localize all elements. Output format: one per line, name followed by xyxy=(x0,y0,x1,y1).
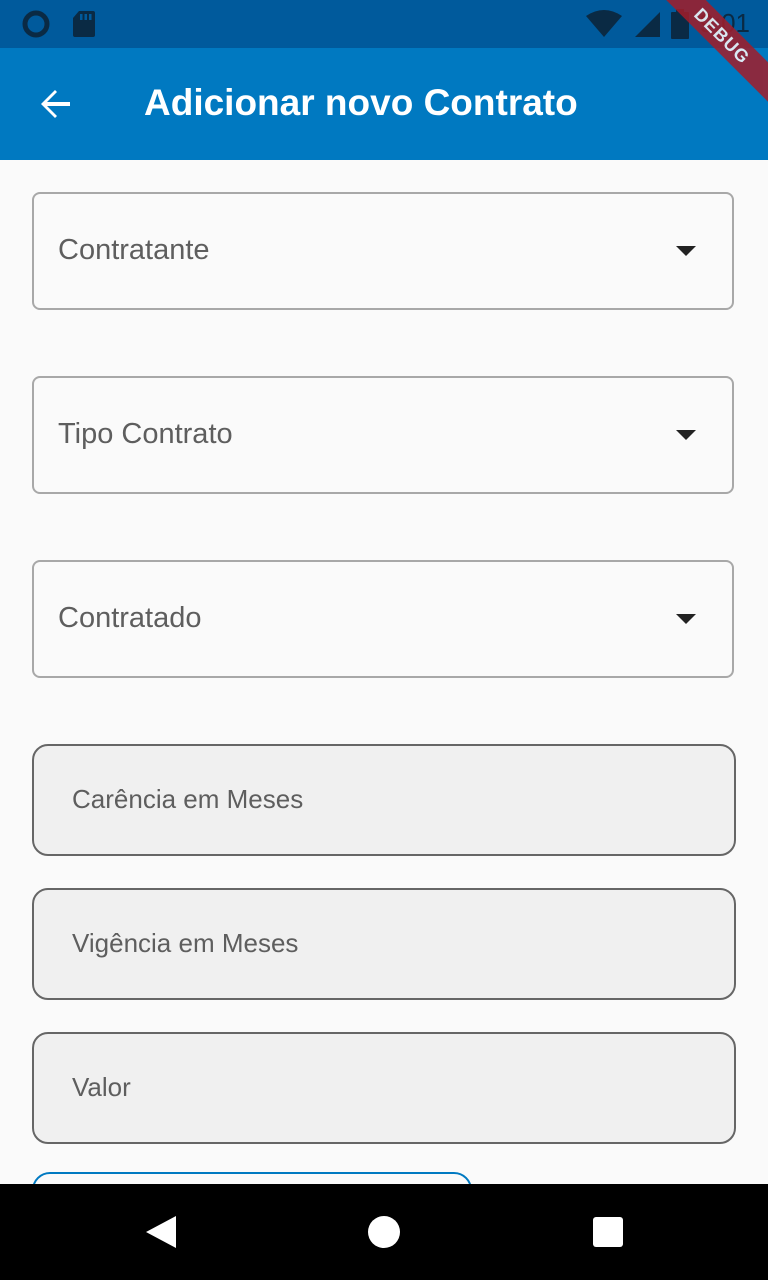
dropdown-label: Tipo Contrato xyxy=(58,418,233,450)
dropdown-label: Contratado xyxy=(58,602,202,634)
sd-card-icon xyxy=(73,11,95,37)
page-title: Adicionar novo Contrato xyxy=(144,82,578,123)
contratante-dropdown[interactable]: Contratante xyxy=(32,192,734,310)
nav-recents-icon[interactable] xyxy=(593,1217,623,1247)
wifi-icon xyxy=(586,9,623,37)
dropdown-arrow-icon xyxy=(676,614,696,624)
arrow-back-icon xyxy=(41,90,70,118)
vigencia-field[interactable]: Vigência em Meses xyxy=(32,888,736,1000)
back-button[interactable] xyxy=(26,74,86,134)
status-left-icons xyxy=(22,10,96,38)
tipo-contrato-dropdown[interactable]: Tipo Contrato xyxy=(32,376,734,494)
signal-icon xyxy=(635,11,661,37)
circle-status-icon xyxy=(22,10,50,38)
screen: 9:01 Adicionar novo Contrato DEBUG Contr… xyxy=(0,0,768,1280)
app-bar: Adicionar novo Contrato xyxy=(0,48,768,160)
carencia-field[interactable]: Carência em Meses xyxy=(32,744,736,856)
nav-bar xyxy=(0,1184,768,1280)
nav-home-icon[interactable] xyxy=(368,1216,400,1248)
valor-field[interactable]: Valor xyxy=(32,1032,736,1144)
dropdown-arrow-icon xyxy=(676,246,696,256)
contratado-dropdown[interactable]: Contratado xyxy=(32,560,734,678)
dropdown-arrow-icon xyxy=(676,430,696,440)
status-bar: 9:01 xyxy=(0,0,768,48)
field-placeholder: Carência em Meses xyxy=(72,784,304,814)
field-placeholder: Valor xyxy=(72,1072,131,1102)
nav-back-icon[interactable] xyxy=(144,1214,178,1250)
dropdown-label: Contratante xyxy=(58,234,210,266)
field-placeholder: Vigência em Meses xyxy=(72,928,299,958)
